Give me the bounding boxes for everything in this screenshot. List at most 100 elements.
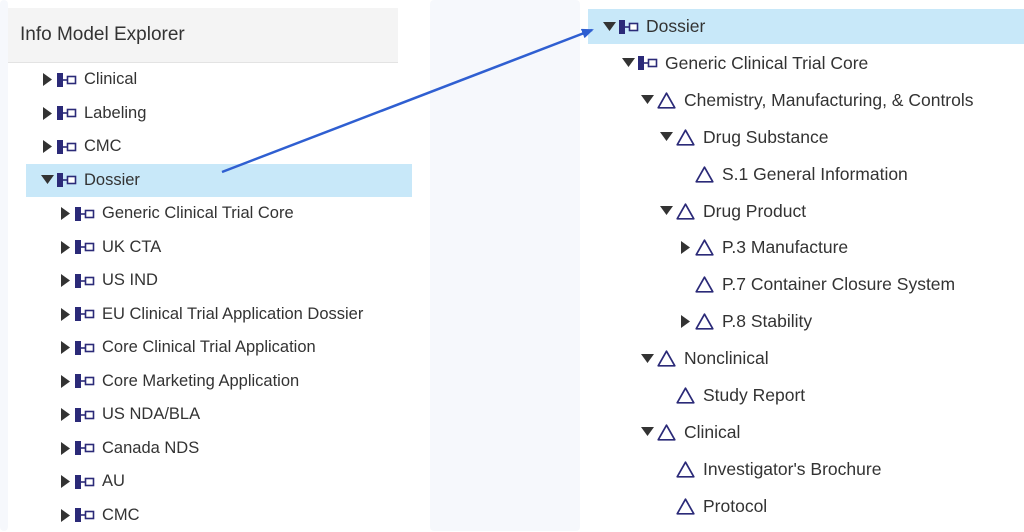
tree-item-label: Generic Clinical Trial Core bbox=[665, 52, 869, 73]
tree-item[interactable]: CMC bbox=[58, 499, 140, 532]
info-model-node-icon bbox=[638, 55, 658, 71]
tree-item-label: Drug Substance bbox=[703, 126, 829, 147]
delta-triangle-icon bbox=[695, 276, 714, 293]
caret-right-icon[interactable] bbox=[678, 241, 692, 255]
tree-item-label: Dossier bbox=[646, 16, 706, 36]
tree-item-label: Study Report bbox=[703, 385, 806, 405]
tree-item[interactable]: P.8 Stability bbox=[678, 304, 812, 339]
panel-header: Info Model Explorer bbox=[8, 8, 398, 63]
tree-item-label: Labeling bbox=[84, 103, 147, 122]
caret-down-icon[interactable] bbox=[40, 173, 54, 187]
info-model-node-icon bbox=[57, 105, 77, 121]
info-model-node-icon bbox=[75, 407, 95, 423]
caret-down-icon[interactable] bbox=[640, 425, 654, 439]
caret-right-icon[interactable] bbox=[40, 73, 54, 87]
tree-item[interactable]: Core Clinical Trial Application bbox=[58, 331, 316, 364]
tree-item[interactable]: S.1 General Information bbox=[678, 157, 908, 192]
tree-item[interactable]: Clinical bbox=[40, 63, 137, 96]
caret-right-icon[interactable] bbox=[678, 315, 692, 329]
tree-item[interactable]: EU Clinical Trial Application Dossier bbox=[58, 298, 363, 331]
tree-item-label: P.8 Stability bbox=[722, 311, 813, 332]
tree-item[interactable]: Core Marketing Application bbox=[58, 365, 299, 398]
tree-item-label: Drug Product bbox=[703, 200, 807, 221]
info-model-explorer-panel: Info Model Explorer Clinical Labeling CMC D… bbox=[8, 8, 412, 532]
caret-down-icon[interactable] bbox=[659, 204, 673, 218]
tree-item[interactable]: Generic Clinical Trial Core bbox=[621, 46, 868, 81]
caret-right-icon[interactable] bbox=[58, 341, 72, 355]
tree-item[interactable]: Canada NDS bbox=[58, 432, 199, 465]
caret-right-icon[interactable] bbox=[40, 140, 54, 154]
info-model-node-icon bbox=[57, 72, 77, 88]
info-model-node-icon bbox=[75, 373, 95, 389]
tree-item-label: CMC bbox=[84, 137, 122, 155]
caret-down-icon[interactable] bbox=[640, 93, 654, 107]
tree-item-label: AU bbox=[102, 472, 125, 490]
tree-item[interactable]: Study Report bbox=[659, 378, 805, 413]
tree-item-label: Chemistry, Manufacturing, & Controls bbox=[684, 89, 974, 110]
tree-item[interactable]: Labeling bbox=[40, 97, 146, 130]
caret-right-icon[interactable] bbox=[58, 408, 72, 422]
info-model-node-icon bbox=[75, 206, 95, 222]
caret-right-icon[interactable] bbox=[58, 374, 72, 388]
tree-item-label: CMC bbox=[102, 505, 140, 524]
tree-item-label: UK CTA bbox=[102, 237, 162, 256]
tree-item[interactable]: Protocol bbox=[659, 489, 767, 524]
delta-triangle-icon bbox=[657, 424, 676, 441]
caret-right-icon[interactable] bbox=[58, 307, 72, 321]
tree-item[interactable]: Generic Clinical Trial Core bbox=[58, 197, 294, 230]
caret-down-icon[interactable] bbox=[659, 130, 673, 144]
tree-item[interactable]: Drug Substance bbox=[659, 120, 829, 155]
info-model-node-icon bbox=[75, 507, 95, 523]
tree-item[interactable]: US NDA/BLA bbox=[58, 398, 200, 431]
tree-item-label: P.3 Manufacture bbox=[722, 237, 849, 258]
tree-item-label: US IND bbox=[102, 271, 158, 289]
caret-right-icon[interactable] bbox=[58, 207, 72, 221]
tree-item[interactable]: US IND bbox=[58, 264, 158, 297]
tree-item-label: Generic Clinical Trial Core bbox=[102, 204, 294, 222]
info-model-node-icon bbox=[75, 239, 95, 255]
tree-item-label: S.1 General Information bbox=[722, 163, 908, 184]
caret-right-icon[interactable] bbox=[58, 274, 72, 288]
info-model-node-icon bbox=[619, 19, 639, 35]
tree-item-label: Nonclinical bbox=[684, 348, 769, 369]
caret-right-icon[interactable] bbox=[58, 508, 72, 522]
tree-item-label: Investigator's Brochure bbox=[703, 458, 882, 479]
tree-item[interactable]: Drug Product bbox=[659, 194, 806, 229]
caret-down-icon[interactable] bbox=[602, 20, 616, 34]
tree-item[interactable]: Chemistry, Manufacturing, & Controls bbox=[640, 83, 974, 118]
info-model-node-icon bbox=[75, 474, 95, 490]
tree-item-label: Clinical bbox=[684, 421, 741, 442]
delta-triangle-icon bbox=[657, 350, 676, 367]
tree-item[interactable]: Dossier bbox=[588, 9, 1024, 44]
tree-item[interactable]: Nonclinical bbox=[640, 341, 769, 376]
caret-down-icon[interactable] bbox=[621, 56, 635, 70]
tree-item-label: P.7 Container Closure System bbox=[722, 274, 956, 295]
caret-right-icon[interactable] bbox=[58, 475, 72, 489]
tree-item[interactable]: CMC bbox=[40, 130, 122, 163]
delta-triangle-icon bbox=[676, 129, 695, 146]
tree-item-label: Protocol bbox=[703, 495, 768, 516]
tree-item[interactable]: P.3 Manufacture bbox=[678, 230, 848, 265]
caret-right-icon[interactable] bbox=[58, 441, 72, 455]
caret-down-icon[interactable] bbox=[640, 352, 654, 366]
info-model-node-icon bbox=[75, 306, 95, 322]
info-model-node-icon bbox=[75, 340, 95, 356]
tree-item[interactable]: Dossier bbox=[26, 163, 412, 197]
tree-item[interactable]: AU bbox=[58, 465, 125, 498]
tree-item[interactable]: Clinical bbox=[640, 415, 740, 450]
delta-triangle-icon bbox=[676, 202, 695, 220]
delta-triangle-icon bbox=[676, 461, 695, 478]
delta-triangle-icon bbox=[695, 165, 714, 183]
tree-item-label: US NDA/BLA bbox=[102, 405, 201, 423]
tree-item-label: Core Clinical Trial Application bbox=[102, 338, 316, 356]
caret-right-icon[interactable] bbox=[40, 106, 54, 120]
info-model-node-icon bbox=[57, 172, 77, 188]
tree-item-label: Clinical bbox=[84, 70, 138, 88]
tree-item[interactable]: UK CTA bbox=[58, 231, 161, 264]
caret-right-icon[interactable] bbox=[58, 240, 72, 254]
delta-triangle-icon bbox=[695, 239, 714, 257]
tree-item-label: Dossier bbox=[84, 170, 140, 189]
tree-item[interactable]: P.7 Container Closure System bbox=[678, 267, 955, 302]
delta-triangle-icon bbox=[695, 313, 714, 330]
tree-item[interactable]: Investigator's Brochure bbox=[659, 452, 881, 487]
